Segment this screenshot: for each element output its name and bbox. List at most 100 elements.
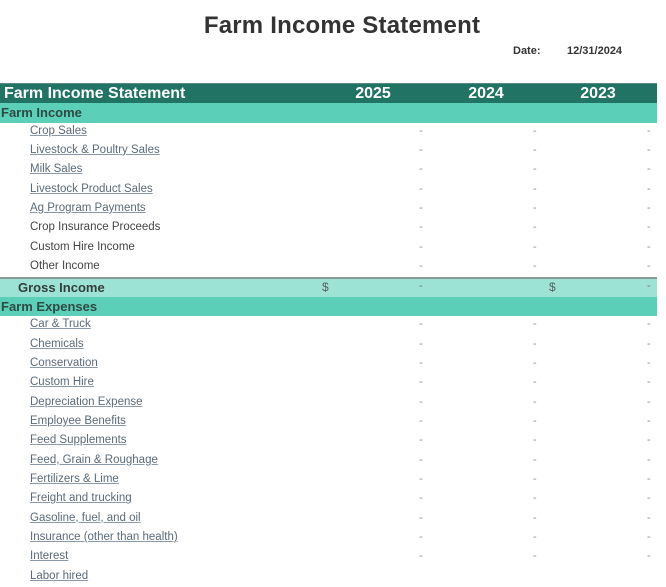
value-cell-2025[interactable]: - xyxy=(419,202,423,214)
value-cell-2024[interactable]: - xyxy=(533,202,537,214)
gross-income-row: Gross Income $ - $ - xyxy=(0,277,657,297)
line-item-link[interactable]: Feed Supplements xyxy=(30,434,127,446)
value-cell-2025[interactable]: - xyxy=(419,512,423,524)
value-cell-2024[interactable]: - xyxy=(533,454,537,466)
line-item-row: Milk Sales - - - xyxy=(0,161,657,180)
value-cell-2025[interactable]: - xyxy=(419,434,423,446)
value-cell-2025[interactable]: - xyxy=(419,318,423,330)
value-cell-2024[interactable]: - xyxy=(533,144,537,156)
value-cell-2025[interactable]: - xyxy=(419,454,423,466)
value-cell-2024[interactable]: - xyxy=(533,550,537,562)
line-item-row: Ag Program Payments - - - xyxy=(0,200,657,219)
value-cell-2024[interactable]: - xyxy=(533,318,537,330)
value-cell-2023[interactable]: - xyxy=(647,260,651,272)
section-farm-expenses: Farm Expenses xyxy=(0,296,657,317)
gross-income-label: Gross Income xyxy=(18,280,105,296)
value-cell-2025[interactable]: - xyxy=(419,396,423,408)
date-label: Date: xyxy=(513,45,541,57)
value-cell-2025[interactable]: - xyxy=(419,550,423,562)
line-item-link[interactable]: Milk Sales xyxy=(30,163,82,175)
line-item-link[interactable]: Ag Program Payments xyxy=(30,202,146,214)
value-cell-2023[interactable]: - xyxy=(647,241,651,253)
value-cell-2024[interactable]: - xyxy=(533,512,537,524)
value-cell-2023[interactable]: - xyxy=(647,415,651,427)
line-item-link[interactable]: Fertilizers & Lime xyxy=(30,473,119,485)
income-statement-table: Farm Income Statement 2025 2024 2023 Far… xyxy=(0,83,657,587)
value-cell-2024[interactable]: - xyxy=(533,376,537,388)
line-item-link[interactable]: Crop Sales xyxy=(30,125,87,137)
value-cell-2025[interactable]: - xyxy=(419,163,423,175)
line-item-link[interactable]: Freight and trucking xyxy=(30,492,132,504)
value-cell-2025[interactable]: - xyxy=(419,492,423,504)
value-cell-2024[interactable]: - xyxy=(533,125,537,137)
line-item-row: Conservation - - - xyxy=(0,355,657,374)
line-item-link[interactable]: Employee Benefits xyxy=(30,415,126,427)
date-value[interactable]: 12/31/2024 xyxy=(567,45,622,57)
line-item-link[interactable]: Chemicals xyxy=(30,338,84,350)
line-item-link[interactable]: Car & Truck xyxy=(30,318,91,330)
value-cell-2024[interactable]: - xyxy=(533,183,537,195)
value-cell-2024[interactable]: - xyxy=(533,260,537,272)
value-cell-2023[interactable]: - xyxy=(647,318,651,330)
value-cell-2023[interactable]: - xyxy=(647,144,651,156)
value-cell-2023[interactable]: - xyxy=(647,357,651,369)
value-cell-2023[interactable]: - xyxy=(647,125,651,137)
value-cell-2023[interactable]: - xyxy=(647,396,651,408)
value-cell-2023[interactable]: - xyxy=(647,202,651,214)
value-cell-2025[interactable]: - xyxy=(419,415,423,427)
value-cell-2023[interactable]: - xyxy=(647,473,651,485)
value-cell-2025[interactable]: - xyxy=(419,531,423,543)
value-cell-2024[interactable]: - xyxy=(533,492,537,504)
value-cell-2025[interactable]: - xyxy=(419,221,423,233)
value-cell-2024[interactable]: - xyxy=(533,531,537,543)
value-cell-2024[interactable]: - xyxy=(533,163,537,175)
value-cell-2023[interactable]: - xyxy=(647,454,651,466)
value-cell-2024[interactable]: - xyxy=(533,338,537,350)
value-cell-2023[interactable]: - xyxy=(647,338,651,350)
value-cell-2024[interactable]: - xyxy=(533,434,537,446)
line-item-link[interactable]: Feed, Grain & Roughage xyxy=(30,454,158,466)
value-cell-2025[interactable]: - xyxy=(419,260,423,272)
value-cell-2025[interactable]: - xyxy=(419,376,423,388)
gross-income-2023[interactable]: - xyxy=(647,280,651,292)
line-item-link[interactable]: Livestock Product Sales xyxy=(30,183,153,195)
value-cell-2024[interactable]: - xyxy=(533,241,537,253)
value-cell-2023[interactable]: - xyxy=(647,434,651,446)
document-title: Farm Income Statement xyxy=(203,12,481,39)
line-item-link[interactable]: Gasoline, fuel, and oil xyxy=(30,512,141,524)
value-cell-2024[interactable]: - xyxy=(533,221,537,233)
value-cell-2025[interactable]: - xyxy=(419,473,423,485)
line-item-row: Depreciation Expense - - - xyxy=(0,394,657,413)
line-item-link[interactable]: Interest xyxy=(30,550,68,562)
gross-income-2025[interactable]: - xyxy=(419,280,423,292)
value-cell-2024[interactable]: - xyxy=(533,415,537,427)
value-cell-2025[interactable]: - xyxy=(419,144,423,156)
value-cell-2024[interactable]: - xyxy=(533,357,537,369)
value-cell-2023[interactable]: - xyxy=(647,221,651,233)
value-cell-2025[interactable]: - xyxy=(419,183,423,195)
value-cell-2023[interactable]: - xyxy=(647,492,651,504)
line-item-link[interactable]: Labor hired xyxy=(30,570,88,582)
line-item-link[interactable]: Conservation xyxy=(30,357,98,369)
value-cell-2025[interactable]: - xyxy=(419,241,423,253)
value-cell-2023[interactable]: - xyxy=(647,376,651,388)
value-cell-2025[interactable]: - xyxy=(419,357,423,369)
line-item-link[interactable]: Custom Hire xyxy=(30,376,94,388)
value-cell-2025[interactable]: - xyxy=(419,338,423,350)
value-cell-2023[interactable]: - xyxy=(647,183,651,195)
value-cell-2023[interactable]: - xyxy=(647,163,651,175)
value-cell-2024[interactable]: - xyxy=(533,473,537,485)
year-header-2024: 2024 xyxy=(468,85,504,102)
line-item-label: Crop Insurance Proceeds xyxy=(30,221,161,234)
table-header-row: Farm Income Statement 2025 2024 2023 xyxy=(0,83,657,103)
value-cell-2023[interactable]: - xyxy=(647,550,651,562)
year-header-2023: 2023 xyxy=(580,85,616,102)
line-item-link[interactable]: Depreciation Expense xyxy=(30,396,143,408)
value-cell-2023[interactable]: - xyxy=(647,531,651,543)
section-farm-income: Farm Income xyxy=(0,103,657,123)
value-cell-2025[interactable]: - xyxy=(419,125,423,137)
value-cell-2023[interactable]: - xyxy=(647,512,651,524)
line-item-link[interactable]: Livestock & Poultry Sales xyxy=(30,144,160,156)
value-cell-2024[interactable]: - xyxy=(533,396,537,408)
line-item-link[interactable]: Insurance (other than health) xyxy=(30,531,178,543)
